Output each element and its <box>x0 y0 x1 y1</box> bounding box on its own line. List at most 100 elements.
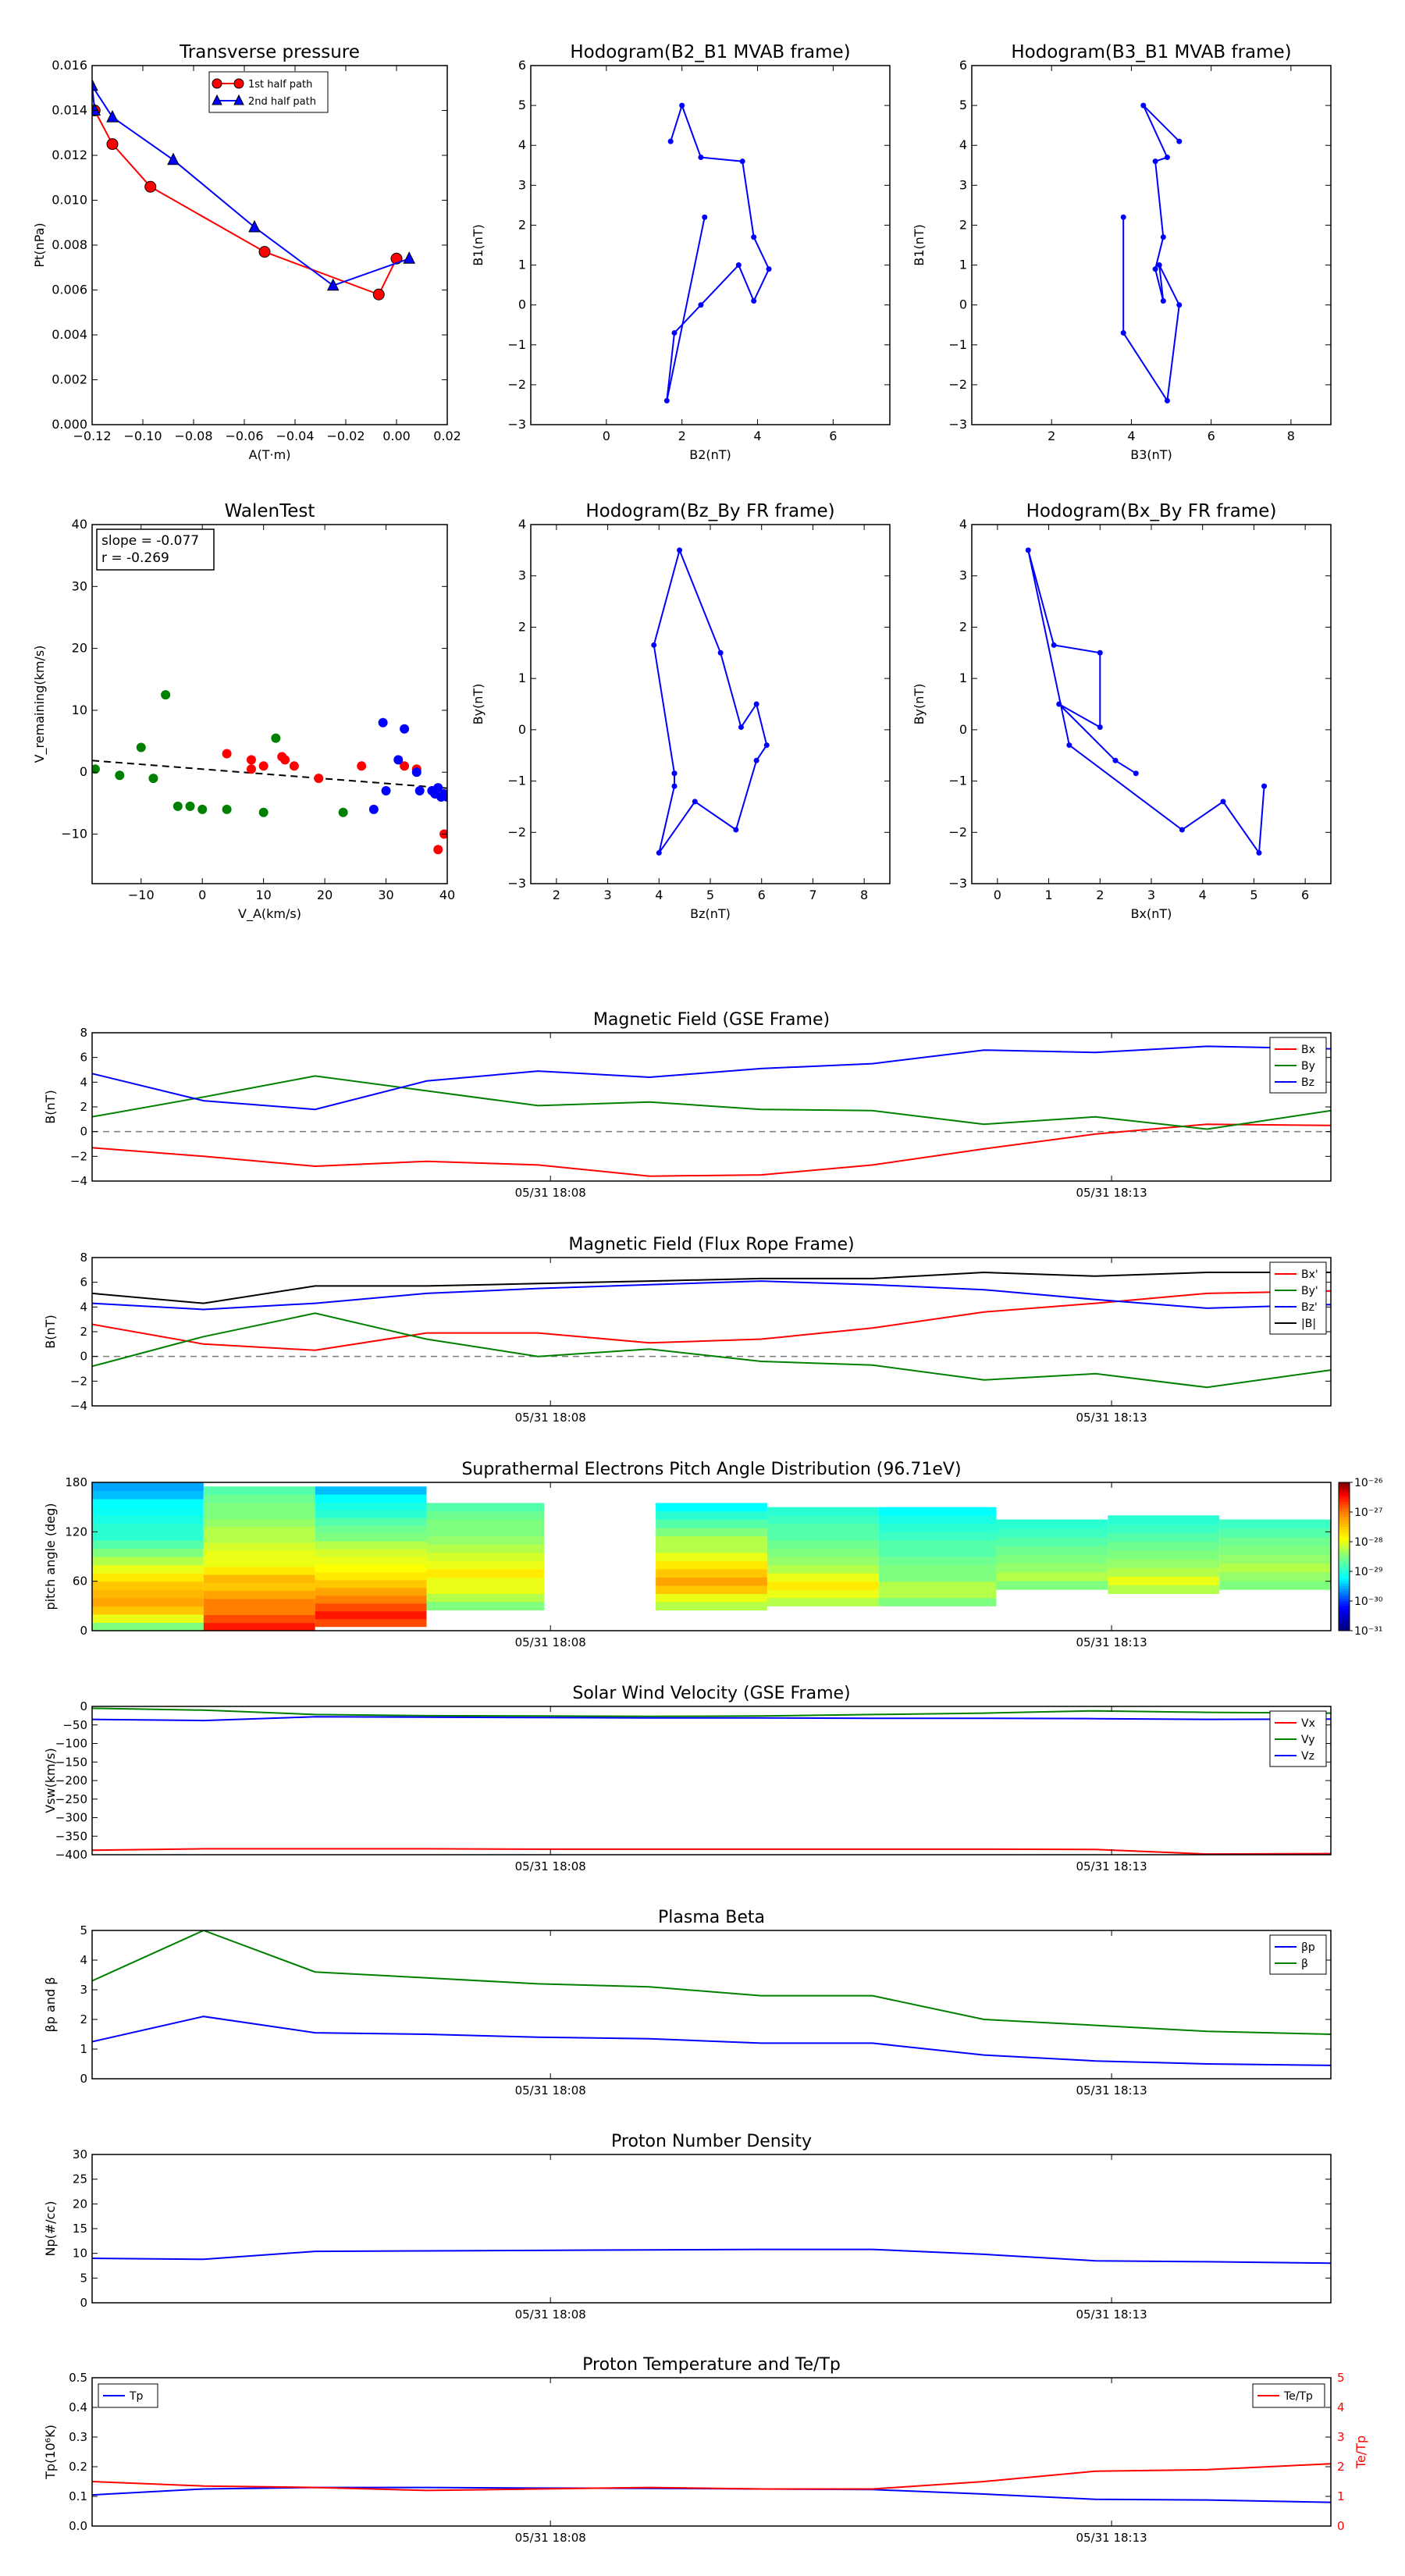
colorbar-segment <box>1339 1561 1350 1564</box>
hodogram-bx-by-plot-area <box>1025 547 1268 856</box>
colorbar-segment <box>1339 1549 1350 1553</box>
pitch-angle-cell <box>767 1539 879 1549</box>
proton-density-ytick-label: 25 <box>73 2172 87 2186</box>
legend-label: By <box>1301 1060 1315 1073</box>
pitch-angle-cell <box>203 1558 315 1567</box>
hodogram-b2-b1-frame <box>530 65 891 425</box>
pitch-angle-ytick-label: 120 <box>65 1525 87 1539</box>
hodogram-b3-b1-xtick-label: 8 <box>1287 429 1295 443</box>
pitch-angle-cell <box>315 1564 427 1573</box>
legend-label: Vz <box>1301 1750 1314 1763</box>
walen-test-point <box>414 786 425 796</box>
transverse-pressure-ytick-label: 0.010 <box>52 193 87 208</box>
solar-wind-velocity-xtick-label: 05/31 18:08 <box>515 1859 586 1873</box>
pitch-angle-cell <box>1219 1546 1331 1555</box>
hodogram-bx-by-ytick-label: −2 <box>948 824 967 839</box>
colorbar-segment <box>1339 1591 1350 1594</box>
pitch-angle-cell <box>203 1622 315 1631</box>
transverse-pressure-xlabel: A(T·m) <box>249 447 291 462</box>
solar-wind-velocity-ytick-label: −350 <box>55 1829 87 1843</box>
hodogram-b3-b1-frame <box>971 65 1332 425</box>
transverse-pressure-xtick-label: −0.12 <box>73 429 111 443</box>
pitch-angle-cell <box>426 1593 545 1603</box>
proton-temperature-ytick-right-label: 5 <box>1337 2371 1345 2385</box>
walen-test-plot-area <box>92 690 447 855</box>
hodogram-bx-by-xlabel: Bx(nT) <box>1131 906 1172 921</box>
hodogram-bz-by-point <box>733 827 739 833</box>
hodogram-b2-b1-ytick-label: −2 <box>507 377 526 392</box>
colorbar-segment <box>1339 1485 1350 1488</box>
walen-test-point <box>400 724 410 734</box>
hodogram-bz-by-point <box>692 799 698 805</box>
colorbar-segment <box>1339 1553 1350 1557</box>
magnetic-field-fr-ylabel: B(nT) <box>43 1315 58 1348</box>
plasma-beta-ytick-label: 2 <box>80 2012 87 2026</box>
hodogram-bz-by-xtick-label: 7 <box>809 888 816 902</box>
pitch-angle-cell <box>426 1510 545 1520</box>
transverse-pressure-chart: Transverse pressure0.0000.0020.0040.0060… <box>32 42 461 462</box>
solar-wind-velocity-ylabel: Vsw(km/s) <box>43 1748 58 1813</box>
hodogram-b2-b1-point <box>698 155 704 161</box>
pitch-angle-cell <box>767 1564 879 1574</box>
legend-label: βp <box>1301 1941 1315 1954</box>
pitch-angle-cell <box>996 1581 1108 1590</box>
hodogram-b3-b1-ytick-label: −2 <box>948 377 967 392</box>
hodogram-b2-b1-point <box>671 329 678 336</box>
transverse-pressure-ylabel: Pt(nPa) <box>32 222 47 267</box>
hodogram-b2-b1-point <box>667 138 674 144</box>
transverse-pressure-ytick-label: 0.014 <box>52 103 87 118</box>
walen-test-point <box>411 767 422 777</box>
pitch-angle-cell <box>996 1519 1108 1529</box>
hodogram-b2-b1-ylabel: B1(nT) <box>471 224 486 266</box>
pitch-angle-cell <box>656 1568 767 1578</box>
pitch-angle-cell <box>1108 1550 1220 1560</box>
hodogram-b3-b1-ytick-label: −3 <box>948 417 967 432</box>
hodogram-bz-by-point <box>763 742 770 749</box>
solar-wind-velocity-ytick-label: 0 <box>80 1699 87 1713</box>
hodogram-b3-b1-point <box>1152 266 1158 272</box>
hodogram-b2-b1-point <box>766 266 772 272</box>
magnetic-field-fr-series-line-Bz <box>92 1280 1331 1311</box>
pitch-angle-cell <box>767 1557 879 1566</box>
pitch-angle-cell <box>315 1510 427 1518</box>
plasma-beta-plot-area <box>92 1930 1331 2066</box>
figure: Transverse pressure0.0000.0020.0040.0060… <box>32 42 1383 2545</box>
proton-temperature-xtick-label: 05/31 18:13 <box>1076 2531 1147 2545</box>
hodogram-b3-b1-xlabel: B3(nT) <box>1130 447 1172 462</box>
legend-label: Vx <box>1301 1717 1315 1730</box>
hodogram-bz-by-xtick-label: 5 <box>706 888 714 902</box>
hodogram-b3-b1-point <box>1120 329 1126 336</box>
colorbar-segment <box>1339 1574 1350 1577</box>
proton-density-plot-area <box>92 2248 1331 2265</box>
pitch-angle-chart: Suprathermal Electrons Pitch Angle Distr… <box>43 1460 1383 1649</box>
hodogram-b2-b1-xtick-label: 4 <box>753 429 761 443</box>
colorbar-segment <box>1339 1576 1350 1579</box>
hodogram-bx-by-ytick-label: 3 <box>959 568 967 583</box>
hodogram-bz-by-chart: Hodogram(Bz_By FR frame) −3 −2 −1 0 1 2 3 4 2 3 4 5 6… <box>471 501 891 921</box>
hodogram-bx-by-point <box>1097 724 1103 731</box>
pitch-angle-cell <box>203 1518 315 1528</box>
magnetic-field-gse-xtick-label: 05/31 18:13 <box>1076 1186 1147 1200</box>
magnetic-field-fr-plot-area <box>92 1271 1331 1389</box>
hodogram-b3-b1-point <box>1176 302 1183 308</box>
proton-density-title: Proton Number Density <box>611 2132 812 2151</box>
pitch-angle-cell <box>203 1598 315 1607</box>
pitch-angle-cell <box>878 1557 997 1566</box>
colorbar-segment <box>1339 1534 1350 1538</box>
proton-density-ylabel: Np(#/cc) <box>43 2201 58 2257</box>
proton-temperature-chart: Proton Temperature and Te/Tp 0.0 0.1 0.2 0.3… <box>43 2355 1368 2545</box>
magnetic-field-fr-chart: Magnetic Field (Flux Rope Frame) −4 −2 0 2 4 6… <box>43 1235 1332 1425</box>
solar-wind-velocity-series-line-Vx <box>92 1848 1331 1855</box>
proton-temperature-series-line-Tp <box>92 2486 1331 2503</box>
hodogram-bx-by-xtick-label: 3 <box>1147 888 1155 902</box>
pitch-angle-cell <box>92 1490 204 1500</box>
pitch-angle-cell <box>1219 1563 1331 1573</box>
plasma-beta-ytick-label: 5 <box>80 1923 87 1937</box>
proton-temperature-frame <box>91 2377 1332 2527</box>
pitch-angle-cell <box>767 1581 879 1590</box>
transverse-pressure-series-line-1sthalfpath <box>94 110 397 296</box>
pitch-angle-cell <box>315 1618 427 1628</box>
hodogram-b3-b1-point <box>1160 234 1166 240</box>
colorbar-segment <box>1339 1568 1350 1572</box>
transverse-pressure-xtick-label: 0.02 <box>433 429 461 443</box>
